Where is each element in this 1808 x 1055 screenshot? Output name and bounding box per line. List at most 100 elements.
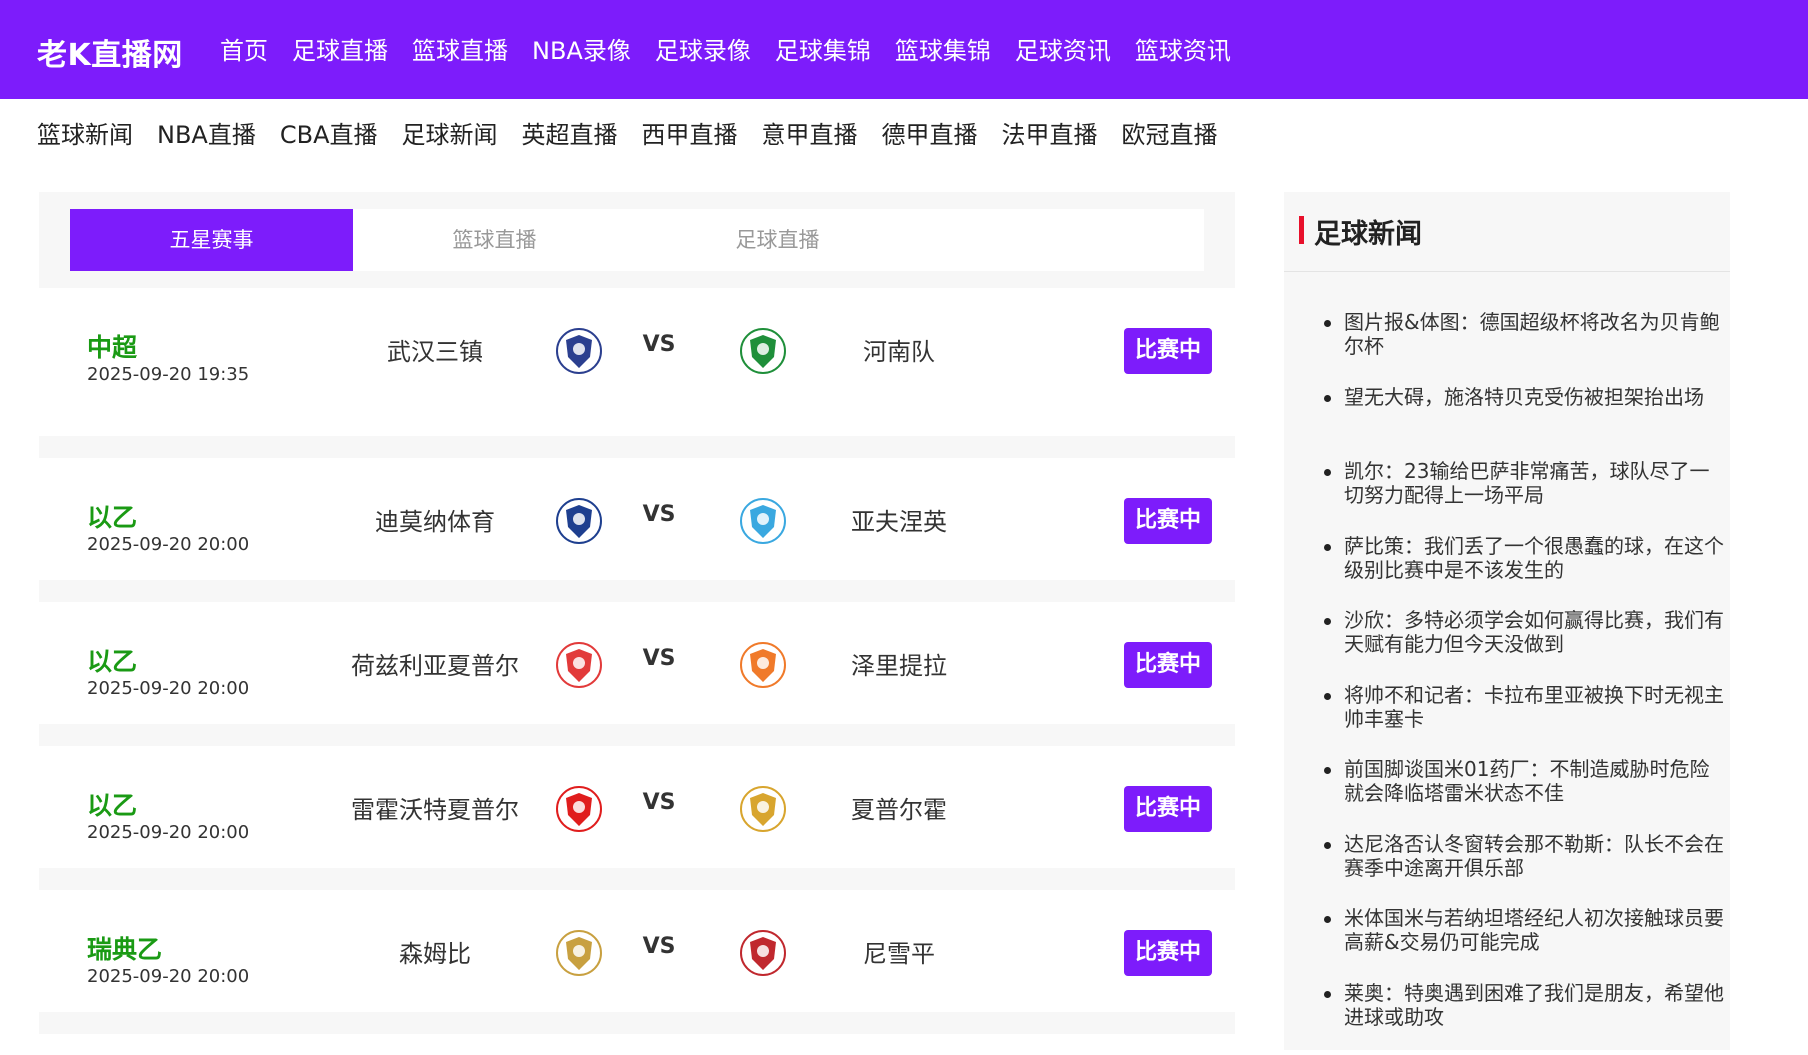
bullet-icon <box>1324 767 1331 774</box>
subnav-football-news[interactable]: 足球新闻 <box>401 118 497 152</box>
tab-five-star[interactable]: 五星赛事 <box>70 209 353 271</box>
nav-football-live[interactable]: 足球直播 <box>292 35 388 67</box>
bullet-icon <box>1324 320 1331 327</box>
match-league: 以乙 <box>87 498 137 534</box>
row-divider <box>39 1012 1235 1034</box>
top-header: 老K直播网 首页 足球直播 篮球直播 NBA录像 足球录像 足球集锦 篮球集锦 … <box>0 0 1808 99</box>
sidebar-header: 足球新闻 <box>1284 192 1730 272</box>
away-team-name[interactable]: 泽里提拉 <box>789 646 1009 681</box>
vs-label: VS <box>634 790 684 815</box>
row-divider <box>39 868 1235 890</box>
bullet-icon <box>1324 544 1331 551</box>
subnav-ligue1-live[interactable]: 法甲直播 <box>1001 118 1097 152</box>
match-league: 瑞典乙 <box>87 930 162 966</box>
live-status-button[interactable]: 比赛中 <box>1124 328 1212 374</box>
news-item[interactable]: 沙欣：多特必须学会如何赢得比赛，我们有天赋有能力但今天没做到 <box>1324 608 1724 683</box>
site-logo[interactable]: 老K直播网 <box>37 30 183 74</box>
nav-nba-replay[interactable]: NBA录像 <box>532 35 631 67</box>
subnav-nba-live[interactable]: NBA直播 <box>157 118 256 152</box>
subnav-epl-live[interactable]: 英超直播 <box>521 118 617 152</box>
match-tabs: 五星赛事 篮球直播 足球直播 <box>70 209 1204 271</box>
tab-football-live[interactable]: 足球直播 <box>636 209 919 271</box>
match-time: 2025-09-20 20:00 <box>87 966 249 987</box>
away-team-logo-icon[interactable] <box>739 641 787 689</box>
nav-football-replay[interactable]: 足球录像 <box>655 35 751 67</box>
live-status-button[interactable]: 比赛中 <box>1124 498 1212 544</box>
row-divider <box>39 436 1235 458</box>
news-item[interactable]: 萨比策：我们丢了一个很愚蠢的球，在这个级别比赛中是不该发生的 <box>1324 534 1724 609</box>
news-item[interactable]: 将帅不和记者：卡拉布里亚被换下时无视主帅丰塞卡 <box>1324 683 1724 758</box>
match-league: 以乙 <box>87 642 137 678</box>
nav-home[interactable]: 首页 <box>220 35 268 67</box>
subnav-laliga-live[interactable]: 西甲直播 <box>641 118 737 152</box>
home-team-name[interactable]: 荷兹利亚夏普尔 <box>325 646 545 681</box>
news-title[interactable]: 将帅不和记者：卡拉布里亚被换下时无视主帅丰塞卡 <box>1344 683 1724 731</box>
bullet-icon <box>1324 469 1331 476</box>
vs-label: VS <box>634 934 684 959</box>
home-team-name[interactable]: 迪莫纳体育 <box>325 502 545 537</box>
news-item[interactable]: 凯尔：23输给巴萨非常痛苦，球队尽了一切努力配得上一场平局 <box>1324 459 1724 534</box>
nav-football-highlights[interactable]: 足球集锦 <box>775 35 871 67</box>
news-title[interactable]: 图片报&体图：德国超级杯将改名为贝肯鲍尔杯 <box>1344 310 1720 358</box>
away-team-name[interactable]: 河南队 <box>789 332 1009 367</box>
home-team-name[interactable]: 森姆比 <box>325 934 545 969</box>
row-divider <box>39 724 1235 746</box>
vs-label: VS <box>634 646 684 671</box>
subnav-bundesliga-live[interactable]: 德甲直播 <box>881 118 977 152</box>
match-time: 2025-09-20 20:00 <box>87 822 249 843</box>
home-team-logo-icon[interactable] <box>555 785 603 833</box>
match-league: 以乙 <box>87 786 137 822</box>
title-accent-bar <box>1299 216 1304 244</box>
news-title[interactable]: 望无大碍，施洛特贝克受伤被担架抬出场 <box>1344 385 1704 409</box>
news-item[interactable]: 莱奥：特奥遇到困难了我们是朋友，希望他进球或助攻 <box>1324 981 1724 1055</box>
away-team-logo-icon[interactable] <box>739 785 787 833</box>
news-title[interactable]: 前国脚谈国米01药厂：不制造威胁时危险就会降临塔雷米状态不佳 <box>1344 757 1709 805</box>
match-league: 中超 <box>87 328 137 364</box>
away-team-name[interactable]: 亚夫涅英 <box>789 502 1009 537</box>
home-team-logo-icon[interactable] <box>555 327 603 375</box>
nav-basketball-live[interactable]: 篮球直播 <box>412 35 508 67</box>
away-team-name[interactable]: 夏普尔霍 <box>789 790 1009 825</box>
main-nav: 首页 足球直播 篮球直播 NBA录像 足球录像 足球集锦 篮球集锦 足球资讯 篮… <box>220 35 1255 67</box>
news-title[interactable]: 莱奥：特奥遇到困难了我们是朋友，希望他进球或助攻 <box>1344 981 1724 1029</box>
news-item[interactable]: 前国脚谈国米01药厂：不制造威胁时危险就会降临塔雷米状态不佳 <box>1324 757 1724 832</box>
sidebar-title: 足球新闻 <box>1314 212 1422 251</box>
away-team-name[interactable]: 尼雪平 <box>789 934 1009 969</box>
nav-basketball-news[interactable]: 篮球资讯 <box>1135 35 1231 67</box>
away-team-logo-icon[interactable] <box>739 497 787 545</box>
live-status-button[interactable]: 比赛中 <box>1124 642 1212 688</box>
news-item[interactable]: 图片报&体图：德国超级杯将改名为贝肯鲍尔杯 <box>1324 310 1724 385</box>
home-team-logo-icon[interactable] <box>555 929 603 977</box>
match-row: 瑞典乙 2025-09-20 20:00 森姆比 VS 尼雪平 比赛中 <box>39 890 1235 1018</box>
subnav-basketball-news[interactable]: 篮球新闻 <box>37 118 133 152</box>
home-team-name[interactable]: 雷霍沃特夏普尔 <box>325 790 545 825</box>
live-status-button[interactable]: 比赛中 <box>1124 930 1212 976</box>
bullet-icon <box>1324 991 1331 998</box>
home-team-logo-icon[interactable] <box>555 497 603 545</box>
news-list: 图片报&体图：德国超级杯将改名为贝肯鲍尔杯 望无大碍，施洛特贝克受伤被担架抬出场… <box>1324 310 1724 1055</box>
vs-label: VS <box>634 502 684 527</box>
news-title[interactable]: 凯尔：23输给巴萨非常痛苦，球队尽了一切努力配得上一场平局 <box>1344 459 1709 507</box>
match-time: 2025-09-20 19:35 <box>87 364 249 385</box>
nav-basketball-highlights[interactable]: 篮球集锦 <box>895 35 991 67</box>
away-team-logo-icon[interactable] <box>739 327 787 375</box>
nav-football-news[interactable]: 足球资讯 <box>1015 35 1111 67</box>
subnav-cba-live[interactable]: CBA直播 <box>280 118 378 152</box>
match-row: 以乙 2025-09-20 20:00 迪莫纳体育 VS 亚夫涅英 比赛中 <box>39 458 1235 586</box>
news-item[interactable]: 米体国米与若纳坦塔经纪人初次接触球员要高薪&交易仍可能完成 <box>1324 906 1724 981</box>
news-title[interactable]: 沙欣：多特必须学会如何赢得比赛，我们有天赋有能力但今天没做到 <box>1344 608 1724 656</box>
news-item[interactable]: 望无大碍，施洛特贝克受伤被担架抬出场 <box>1324 385 1724 460</box>
home-team-logo-icon[interactable] <box>555 641 603 689</box>
subnav-seriea-live[interactable]: 意甲直播 <box>761 118 857 152</box>
match-row: 中超 2025-09-20 19:35 武汉三镇 VS 河南队 比赛中 <box>39 288 1235 416</box>
news-title[interactable]: 萨比策：我们丢了一个很愚蠢的球，在这个级别比赛中是不该发生的 <box>1344 534 1724 582</box>
subnav-ucl-live[interactable]: 欧冠直播 <box>1121 118 1217 152</box>
tab-basketball-live[interactable]: 篮球直播 <box>353 209 636 271</box>
live-status-button[interactable]: 比赛中 <box>1124 786 1212 832</box>
away-team-logo-icon[interactable] <box>739 929 787 977</box>
news-title[interactable]: 达尼洛否认冬窗转会那不勒斯：队长不会在赛季中途离开俱乐部 <box>1344 832 1724 880</box>
home-team-name[interactable]: 武汉三镇 <box>325 332 545 367</box>
news-item[interactable]: 达尼洛否认冬窗转会那不勒斯：队长不会在赛季中途离开俱乐部 <box>1324 832 1724 907</box>
news-title[interactable]: 米体国米与若纳坦塔经纪人初次接触球员要高薪&交易仍可能完成 <box>1344 906 1724 954</box>
match-time: 2025-09-20 20:00 <box>87 534 249 555</box>
